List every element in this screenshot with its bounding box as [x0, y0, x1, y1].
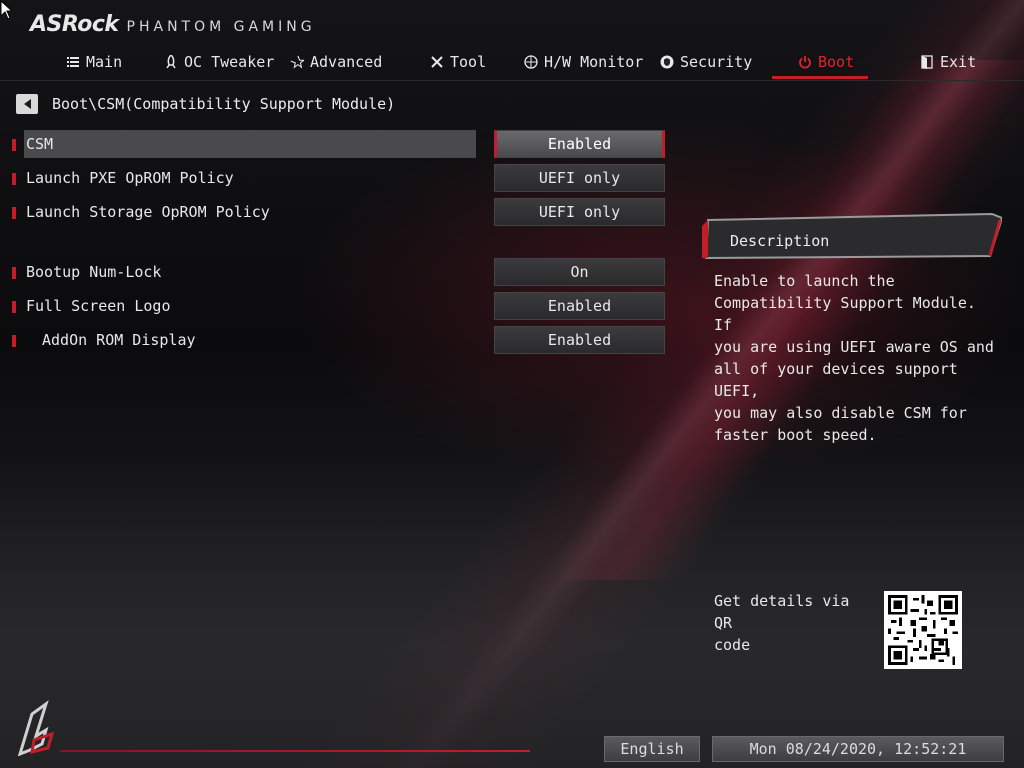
- crosshair-icon: [524, 55, 538, 69]
- tab-label: Security: [680, 53, 753, 71]
- setting-value-button[interactable]: UEFI only: [494, 198, 665, 226]
- nav-divider: [0, 80, 1024, 81]
- power-icon: [798, 55, 812, 69]
- row-marker: [12, 267, 16, 279]
- mouse-cursor-icon: [0, 0, 12, 20]
- setting-row-addon-rom[interactable]: AddOn ROM Display Enabled: [0, 326, 680, 354]
- rocket-icon: [164, 55, 178, 69]
- setting-value-button[interactable]: Enabled: [494, 292, 665, 320]
- tab-label: OC Tweaker: [184, 53, 275, 71]
- qr-code: [884, 591, 962, 669]
- tab-label: Advanced: [310, 53, 383, 71]
- shield-icon: [660, 55, 674, 69]
- setting-value-button[interactable]: On: [494, 258, 665, 286]
- tab-label: H/W Monitor: [544, 53, 644, 71]
- description-header: Description: [700, 212, 1002, 260]
- brand-subtitle: PHANTOM GAMING: [126, 19, 316, 35]
- setting-row-csm[interactable]: CSM Enabled: [0, 130, 680, 158]
- tab-advanced[interactable]: Advanced: [290, 46, 382, 78]
- setting-label: Bootup Num-Lock: [26, 263, 162, 281]
- arrow-left-icon: [23, 99, 31, 109]
- phantom-gaming-logo: [17, 700, 55, 756]
- list-icon: [66, 55, 80, 69]
- tools-icon: [430, 55, 444, 69]
- breadcrumb-path: Boot\CSM(Compatibility Support Module): [52, 95, 396, 113]
- star-icon: [290, 55, 304, 69]
- tab-label: Boot: [818, 53, 855, 71]
- tab-label: Exit: [940, 53, 977, 71]
- row-marker: [12, 173, 16, 185]
- setting-label: AddOn ROM Display: [42, 331, 196, 349]
- row-marker: [12, 139, 16, 151]
- setting-value-button[interactable]: Enabled: [494, 326, 665, 354]
- row-marker: [12, 301, 16, 313]
- tab-exit[interactable]: Exit: [920, 46, 976, 78]
- tab-oc-tweaker[interactable]: OC Tweaker: [164, 46, 274, 78]
- setting-label: Launch PXE OpROM Policy: [26, 169, 234, 187]
- qr-caption: Get details via QR code: [714, 592, 850, 654]
- row-marker: [12, 207, 16, 219]
- setting-value-button[interactable]: UEFI only: [494, 164, 665, 192]
- tab-security[interactable]: Security: [660, 46, 752, 78]
- setting-row-full-screen-logo[interactable]: Full Screen Logo Enabled: [0, 292, 680, 320]
- setting-label: CSM: [24, 130, 476, 158]
- tab-label: Main: [86, 53, 123, 71]
- tab-tool[interactable]: Tool: [430, 46, 486, 78]
- bottom-accent-line: [60, 750, 530, 752]
- asrock-logo: ASRock PHANTOM GAMING: [30, 12, 316, 37]
- brand-name: ASRock: [30, 12, 119, 37]
- language-button[interactable]: English: [604, 736, 700, 762]
- setting-label: Full Screen Logo: [26, 297, 171, 315]
- tab-main[interactable]: Main: [66, 46, 122, 78]
- setting-row-numlock[interactable]: Bootup Num-Lock On: [0, 258, 680, 286]
- setting-row-launch-pxe[interactable]: Launch PXE OpROM Policy UEFI only: [0, 164, 680, 192]
- datetime-display: Mon 08/24/2020, 12:52:21: [712, 736, 1004, 762]
- setting-row-launch-storage[interactable]: Launch Storage OpROM Policy UEFI only: [0, 198, 680, 226]
- tab-hw-monitor[interactable]: H/W Monitor: [524, 46, 643, 78]
- breadcrumb: Boot\CSM(Compatibility Support Module): [16, 94, 395, 114]
- back-button[interactable]: [16, 94, 38, 114]
- setting-value-button[interactable]: Enabled: [494, 130, 665, 158]
- top-nav: Main OC Tweaker Advanced Tool H/W Monito…: [0, 46, 1024, 80]
- setting-label: Launch Storage OpROM Policy: [26, 203, 270, 221]
- row-marker: [12, 335, 16, 347]
- description-title: Description: [730, 232, 830, 250]
- exit-icon: [920, 55, 934, 69]
- active-tab-indicator: [772, 76, 868, 79]
- description-text: Enable to launch the Compatibility Suppo…: [714, 272, 994, 444]
- tab-boot[interactable]: Boot: [798, 46, 854, 78]
- tab-label: Tool: [450, 53, 487, 71]
